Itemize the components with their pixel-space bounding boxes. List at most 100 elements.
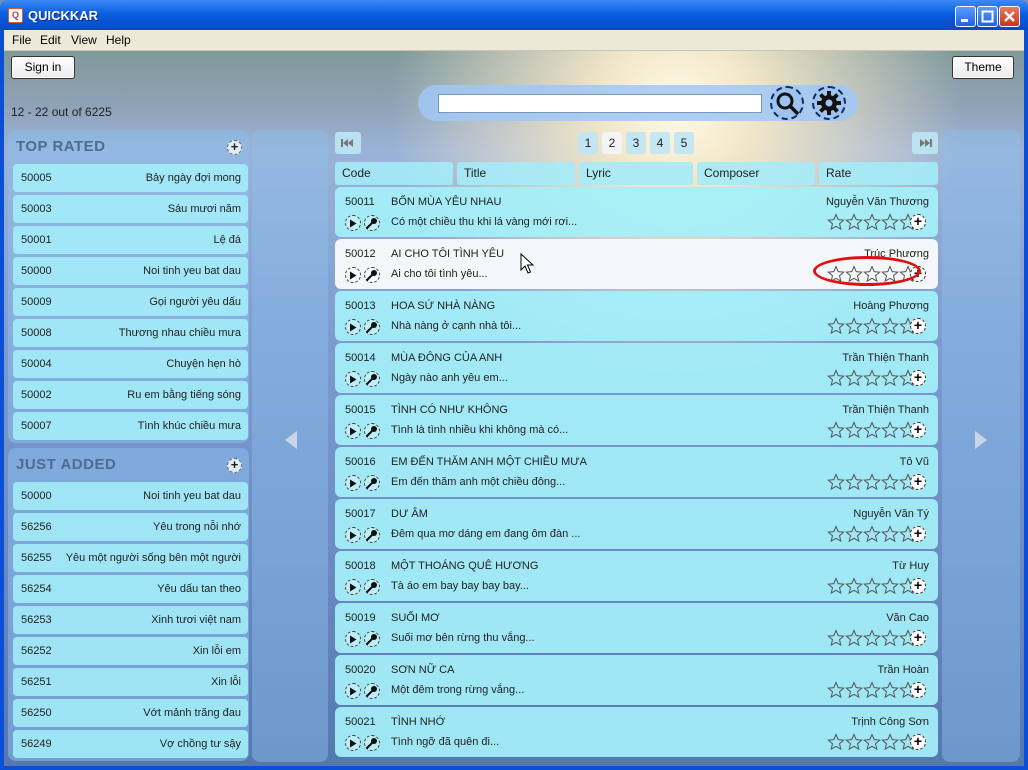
top-rated-item[interactable]: 50007 Tình khúc chiều mưa [13,412,248,440]
star-icon[interactable] [845,421,863,439]
top-rated-expand-button[interactable]: + [227,140,242,155]
sing-button[interactable] [364,267,380,283]
top-rated-item[interactable]: 50000 Noi tinh yeu bat dau [13,257,248,285]
top-rated-item[interactable]: 50005 Bảy ngày đợi mong [13,164,248,192]
rating-stars[interactable] [827,733,917,751]
just-added-item[interactable]: 56253 Xinh tươi việt nam [13,606,248,634]
play-button[interactable] [345,735,361,751]
rating-stars[interactable] [827,681,917,699]
star-icon[interactable] [863,681,881,699]
settings-button[interactable] [812,86,846,120]
search-button[interactable] [770,86,804,120]
star-icon[interactable] [863,525,881,543]
star-icon[interactable] [827,577,845,595]
just-added-item[interactable]: 56251 Xin lỗi [13,668,248,696]
rating-stars[interactable] [827,213,917,231]
star-icon[interactable] [827,525,845,543]
add-to-playlist-button[interactable]: + [910,214,926,230]
star-icon[interactable] [827,421,845,439]
star-icon[interactable] [845,681,863,699]
star-icon[interactable] [845,213,863,231]
just-added-item[interactable]: 56254 Yêu dấu tan theo [13,575,248,603]
table-row[interactable]: 50020 SƠN NỮ CA Trần Hoàn Một đêm trong rừn… [335,655,938,705]
just-added-item[interactable]: 50000 Noi tinh yeu bat dau [13,482,248,510]
sign-in-button[interactable]: Sign in [11,56,75,79]
just-added-item[interactable]: 56252 Xin lỗi em [13,637,248,665]
star-icon[interactable] [827,317,845,335]
sing-button[interactable] [364,527,380,543]
star-icon[interactable] [845,629,863,647]
play-button[interactable] [345,267,361,283]
star-icon[interactable] [881,577,899,595]
play-button[interactable] [345,215,361,231]
table-row[interactable]: 50013 HOA SỨ NHÀ NÀNG Hoàng Phương Nhà nàng… [335,291,938,341]
search-input[interactable] [438,94,762,113]
play-button[interactable] [345,475,361,491]
close-button[interactable] [999,6,1020,27]
top-rated-item[interactable]: 50008 Thương nhau chiều mưa [13,319,248,347]
star-icon[interactable] [845,317,863,335]
star-icon[interactable] [863,421,881,439]
star-icon[interactable] [863,629,881,647]
play-button[interactable] [345,371,361,387]
add-to-playlist-button[interactable]: + [910,370,926,386]
table-row[interactable]: 50021 TÌNH NHỚ Trịnh Công Sơn Tình ngỡ đã q… [335,707,938,757]
star-icon[interactable] [827,733,845,751]
minimize-button[interactable] [955,6,976,27]
add-to-playlist-button[interactable]: + [910,630,926,646]
top-rated-item[interactable]: 50002 Ru em bằng tiếng sóng [13,381,248,409]
sing-button[interactable] [364,423,380,439]
just-added-item[interactable]: 56256 Yêu trong nỗi nhớ [13,513,248,541]
top-rated-item[interactable]: 50004 Chuyện hẹn hò [13,350,248,378]
rating-stars[interactable] [827,473,917,491]
sing-button[interactable] [364,683,380,699]
theme-button[interactable]: Theme [952,56,1014,79]
star-icon[interactable] [881,733,899,751]
rating-stars[interactable] [827,369,917,387]
sing-button[interactable] [364,579,380,595]
rating-stars[interactable] [827,317,917,335]
maximize-button[interactable] [977,6,998,27]
next-page-panel[interactable] [942,130,1020,762]
add-to-playlist-button[interactable]: + [910,422,926,438]
page-button-5[interactable]: 5 [674,132,694,154]
star-icon[interactable] [845,369,863,387]
star-icon[interactable] [881,629,899,647]
star-icon[interactable] [881,317,899,335]
just-added-expand-button[interactable]: + [227,458,242,473]
first-page-button[interactable] [335,132,361,154]
top-rated-item[interactable]: 50001 Lệ đá [13,226,248,254]
star-icon[interactable] [881,421,899,439]
just-added-item[interactable]: 56255 Yêu một người sống bên một người [13,544,248,572]
star-icon[interactable] [845,525,863,543]
top-rated-item[interactable]: 50009 Gọi người yêu dấu [13,288,248,316]
play-button[interactable] [345,683,361,699]
play-button[interactable] [345,319,361,335]
add-to-playlist-button[interactable]: + [910,526,926,542]
title-bar[interactable]: Q QUICKKAR [0,0,1028,30]
table-row[interactable]: 50014 MÙA ĐÔNG CỦA ANH Trần Thiện Thanh Ngà… [335,343,938,393]
just-added-item[interactable]: 56250 Vớt mảnh trăng đau [13,699,248,727]
star-icon[interactable] [881,213,899,231]
table-row[interactable]: 50016 EM ĐẾN THĂM ANH MỘT CHIỀU MƯA Tô Vũ E… [335,447,938,497]
star-icon[interactable] [881,369,899,387]
menu-edit[interactable]: Edit [40,33,61,47]
star-icon[interactable] [827,681,845,699]
star-icon[interactable] [845,733,863,751]
page-button-3[interactable]: 3 [626,132,646,154]
star-icon[interactable] [827,629,845,647]
star-icon[interactable] [863,317,881,335]
star-icon[interactable] [863,213,881,231]
sing-button[interactable] [364,319,380,335]
sing-button[interactable] [364,215,380,231]
star-icon[interactable] [881,473,899,491]
add-to-playlist-button[interactable]: + [910,474,926,490]
add-to-playlist-button[interactable]: + [910,578,926,594]
rating-stars[interactable] [827,629,917,647]
table-row[interactable]: 50011 BỐN MÙA YÊU NHAU Nguyễn Văn Thương Có… [335,187,938,237]
rating-stars[interactable] [827,577,917,595]
play-button[interactable] [345,423,361,439]
top-rated-item[interactable]: 50003 Sáu mươi năm [13,195,248,223]
sing-button[interactable] [364,475,380,491]
add-to-playlist-button[interactable]: + [910,682,926,698]
